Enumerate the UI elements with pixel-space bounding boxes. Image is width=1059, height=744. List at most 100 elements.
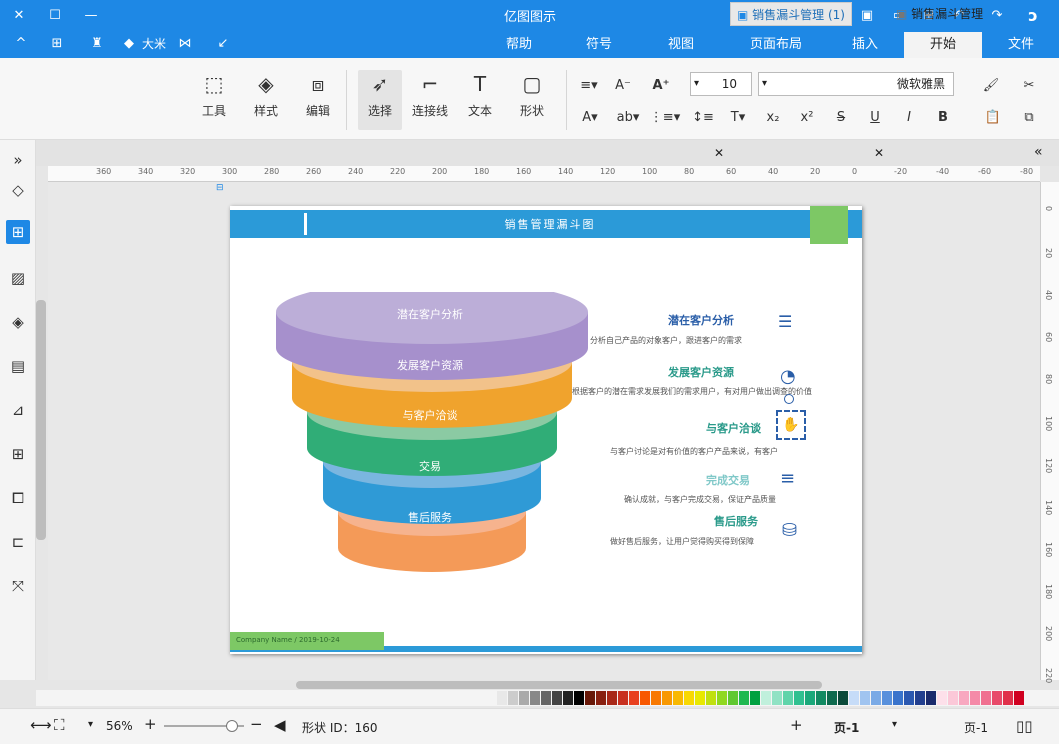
chart-icon[interactable]: ⊿ [6, 398, 30, 422]
tabs-scroll-icon[interactable]: « [1034, 144, 1043, 160]
palette-swatch[interactable] [838, 691, 848, 705]
line-spacing-icon[interactable]: ↕≡ [688, 106, 718, 128]
palette-swatch[interactable] [970, 691, 980, 705]
palette-swatch[interactable] [574, 691, 584, 705]
feedback-icon[interactable]: ↙ [214, 34, 232, 52]
shirt-icon[interactable]: ♜ [88, 34, 106, 52]
zoom-in-icon[interactable]: + [144, 715, 157, 733]
palette-swatch[interactable] [662, 691, 672, 705]
palette-swatch[interactable] [618, 691, 628, 705]
palette-swatch[interactable] [695, 691, 705, 705]
page-nav-label[interactable]: 页-1 [964, 719, 988, 736]
maximize-icon[interactable]: ☐ [46, 6, 64, 24]
doc-tab-active[interactable]: ▣ 销售漏斗管理 (1) [730, 2, 852, 26]
palette-swatch[interactable] [959, 691, 969, 705]
palette-swatch[interactable] [794, 691, 804, 705]
connector-button[interactable]: ⌐ 连接线 [408, 70, 452, 130]
tab-home[interactable]: 开始 [904, 32, 982, 58]
image-icon[interactable]: ▨ [6, 266, 30, 290]
palette-swatch[interactable] [783, 691, 793, 705]
vertical-scrollbar[interactable] [36, 300, 46, 540]
underline-icon[interactable]: U [864, 106, 886, 128]
palette-swatch[interactable] [497, 691, 507, 705]
palette-swatch[interactable] [640, 691, 650, 705]
tab-page-layout[interactable]: 页面布局 [736, 32, 816, 58]
palette-swatch[interactable] [684, 691, 694, 705]
copy-icon[interactable]: ⧉ [1018, 106, 1040, 128]
palette-swatch[interactable] [728, 691, 738, 705]
palette-swatch[interactable] [915, 691, 925, 705]
format-icon[interactable]: ⊏ [6, 530, 30, 554]
font-color-icon[interactable]: A▾ [574, 106, 606, 128]
text-highlight-icon[interactable]: ab▾ [612, 106, 644, 128]
palette-swatch[interactable] [937, 691, 947, 705]
edit-button[interactable]: ⧈ 编辑 [296, 70, 340, 130]
tab-file[interactable]: 文件 [996, 32, 1046, 58]
share-icon[interactable]: ⋈ [176, 34, 194, 52]
bold-icon[interactable]: B [932, 106, 954, 128]
page-icon[interactable]: ▤ [6, 354, 30, 378]
zoom-out-icon[interactable]: − [250, 715, 263, 733]
decrease-font-icon[interactable]: A⁻ [612, 74, 634, 96]
symbols-panel-icon[interactable]: ⊞ [6, 220, 30, 244]
palette-swatch[interactable] [992, 691, 1002, 705]
palette-swatch[interactable] [530, 691, 540, 705]
close-tab-icon[interactable]: ✕ [714, 146, 724, 160]
tab-symbol[interactable]: 符号 [574, 32, 624, 58]
layers-icon[interactable]: ◈ [6, 310, 30, 334]
handshake-icon[interactable]: ✋ [776, 410, 806, 440]
palette-swatch[interactable] [926, 691, 936, 705]
group-icon[interactable]: ⧠ [6, 486, 30, 510]
fit-page-icon[interactable]: ⟷ [30, 716, 52, 734]
bullet-list-icon[interactable]: ⋮≡▾ [650, 106, 680, 128]
user-name[interactable]: 大米 [142, 35, 166, 52]
palette-swatch[interactable] [739, 691, 749, 705]
close-icon[interactable]: ✕ [10, 6, 28, 24]
doc-tab[interactable]: ▣ 销售漏斗管理 [890, 2, 989, 26]
cut-icon[interactable]: ✂ [1018, 74, 1040, 96]
diagram-page[interactable]: 销售管理漏斗图 潜在客户分析 发展客户资源 与客户洽谈 交易 售后服务 ☰ 潜在… [230, 206, 862, 654]
palette-swatch[interactable] [816, 691, 826, 705]
palette-swatch[interactable] [651, 691, 661, 705]
zoom-slider-handle[interactable] [226, 720, 238, 732]
palette-swatch[interactable] [519, 691, 529, 705]
palette-swatch[interactable] [893, 691, 903, 705]
tab-insert[interactable]: 插入 [840, 32, 890, 58]
add-page-icon[interactable]: + [790, 716, 803, 734]
text-case-icon[interactable]: T▾ [724, 106, 752, 128]
palette-swatch[interactable] [761, 691, 771, 705]
palette-swatch[interactable] [563, 691, 573, 705]
font-size-select[interactable]: 10 [690, 72, 752, 96]
palette-swatch[interactable] [585, 691, 595, 705]
table-icon[interactable]: ⊞ [6, 442, 30, 466]
select-button[interactable]: ➶ 选择 [358, 70, 402, 130]
horizontal-scrollbar[interactable] [296, 681, 822, 689]
font-family-select[interactable]: 微软雅黑 [758, 72, 954, 96]
grid-icon[interactable]: ⊞ [48, 34, 66, 52]
page-dropdown-icon[interactable]: ▾ [892, 719, 897, 730]
color-palette[interactable] [36, 690, 1059, 706]
superscript-icon[interactable]: x² [796, 106, 818, 128]
palette-swatch[interactable] [904, 691, 914, 705]
palette-swatch[interactable] [871, 691, 881, 705]
shape-button[interactable]: ▢ 形状 [510, 70, 554, 130]
align-icon[interactable]: ≡▾ [574, 74, 604, 96]
collapse-ribbon-icon[interactable]: ^ [12, 34, 30, 52]
play-icon[interactable]: ◀ [274, 716, 286, 734]
tools-button[interactable]: ⬚ 工具 [192, 70, 236, 130]
palette-swatch[interactable] [706, 691, 716, 705]
palette-swatch[interactable] [508, 691, 518, 705]
palette-swatch[interactable] [948, 691, 958, 705]
selection-handle[interactable] [784, 394, 794, 404]
palette-swatch[interactable] [1003, 691, 1013, 705]
redo-icon[interactable]: ↷ [988, 6, 1006, 24]
palette-swatch[interactable] [541, 691, 551, 705]
tab-view[interactable]: 视图 [656, 32, 706, 58]
palette-swatch[interactable] [882, 691, 892, 705]
navigator-icon[interactable]: ⤧ [6, 574, 30, 598]
palette-swatch[interactable] [717, 691, 727, 705]
palette-swatch[interactable] [981, 691, 991, 705]
minimize-icon[interactable]: — [82, 6, 100, 24]
zoom-level[interactable]: 56% [106, 719, 133, 733]
palette-swatch[interactable] [827, 691, 837, 705]
